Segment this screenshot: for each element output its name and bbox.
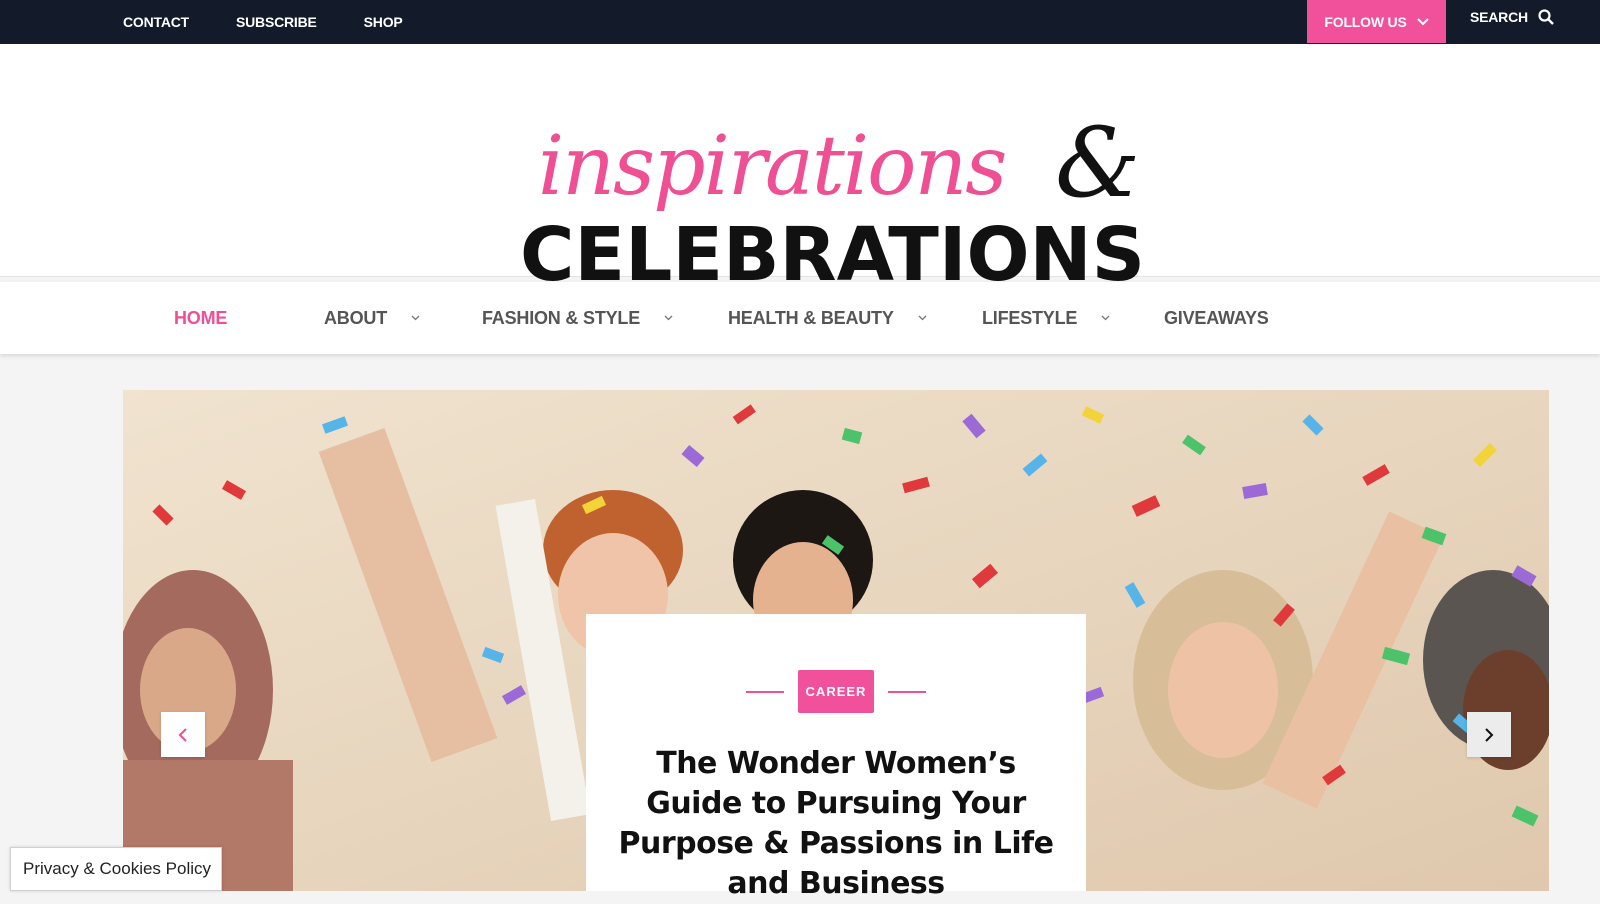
slider-next-button[interactable] <box>1467 712 1511 757</box>
nav-item-lifestyle[interactable]: LIFESTYLE <box>982 308 1164 329</box>
search-icon <box>1538 8 1554 25</box>
nav-item-about[interactable]: ABOUT <box>324 308 482 329</box>
shop-link[interactable]: SHOP <box>364 14 403 30</box>
top-links: CONTACT SUBSCRIBE SHOP <box>123 0 403 44</box>
follow-us-label: FOLLOW US <box>1324 13 1407 30</box>
nav-item-label: LIFESTYLE <box>982 307 1078 328</box>
nav-item-health-beauty[interactable]: HEALTH & BEAUTY <box>728 308 982 329</box>
privacy-cookies-button[interactable]: Privacy & Cookies Policy <box>10 847 222 891</box>
category-divider-right <box>888 690 927 693</box>
nav-items: HOME ABOUT FASHION & STYLE HEALTH & BEAUTY L… <box>174 282 1304 354</box>
chevron-left-icon <box>178 727 187 742</box>
subscribe-link[interactable]: SUBSCRIBE <box>236 14 317 30</box>
site-header: inspirations & CELEBRATIONS <box>0 44 1600 290</box>
nav-item-home[interactable]: HOME <box>174 308 324 329</box>
logo-ampersand: & <box>1055 107 1140 219</box>
featured-post-title[interactable]: The Wonder Women’s Guide to Pursuing You… <box>616 744 1056 904</box>
category-divider-left <box>745 690 784 693</box>
contact-link[interactable]: CONTACT <box>123 14 189 30</box>
nav-item-fashion-style[interactable]: FASHION & STYLE <box>482 308 728 329</box>
nav-item-giveaways[interactable]: GIVEAWAYS <box>1164 308 1304 329</box>
search-label: SEARCH <box>1470 8 1528 25</box>
follow-us-button[interactable]: FOLLOW US <box>1307 0 1446 43</box>
chevron-right-icon <box>1485 727 1494 742</box>
logo-script-text: inspirations <box>538 119 1005 214</box>
nav-item-label: HOME <box>174 307 228 328</box>
chevron-down-icon <box>1101 315 1110 321</box>
site-logo[interactable]: inspirations & CELEBRATIONS <box>520 104 1160 290</box>
chevron-down-icon <box>664 315 673 321</box>
chevron-down-icon <box>411 315 420 321</box>
slider-prev-button[interactable] <box>161 712 205 757</box>
category-row: CAREER <box>586 670 1086 713</box>
logo-block-text: CELEBRATIONS <box>520 212 1145 290</box>
nav-item-label: HEALTH & BEAUTY <box>728 307 894 328</box>
featured-post-card: CAREER The Wonder Women’s Guide to Pursu… <box>586 614 1086 901</box>
chevron-down-icon <box>1416 17 1429 25</box>
nav-item-label: GIVEAWAYS <box>1164 307 1269 328</box>
category-badge[interactable]: CAREER <box>797 670 875 713</box>
main-nav: HOME ABOUT FASHION & STYLE HEALTH & BEAUTY L… <box>0 282 1600 354</box>
nav-item-label: FASHION & STYLE <box>482 307 641 328</box>
chevron-down-icon <box>918 315 927 321</box>
nav-item-label: ABOUT <box>324 307 387 328</box>
top-bar: CONTACT SUBSCRIBE SHOP FOLLOW US SEARCH <box>0 0 1600 44</box>
search-button[interactable]: SEARCH <box>1470 0 1554 33</box>
